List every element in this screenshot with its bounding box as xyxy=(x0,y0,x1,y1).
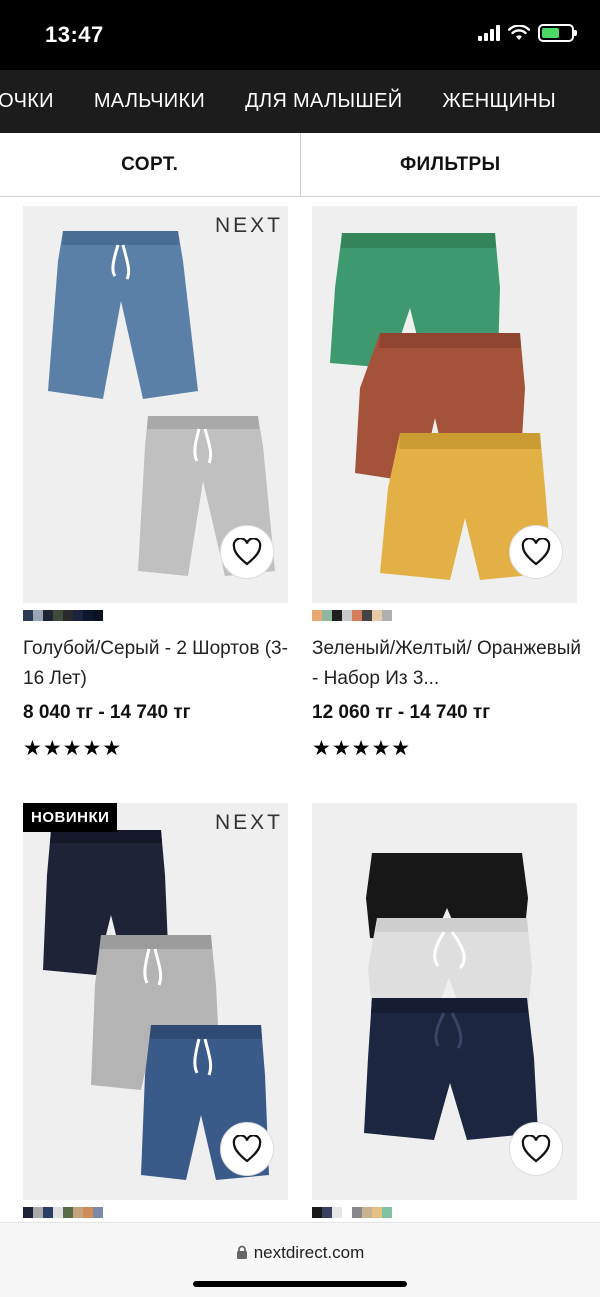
battery-icon xyxy=(538,24,577,42)
color-swatch[interactable] xyxy=(332,1207,342,1218)
category-nav: ЗОЧКИ МАЛЬЧИКИ ДЛЯ МАЛЫШЕЙ ЖЕНЩИНЫ xyxy=(0,70,600,133)
shorts-image xyxy=(364,853,538,1140)
color-swatch[interactable] xyxy=(322,610,332,621)
product-image[interactable] xyxy=(312,803,577,1200)
color-swatch[interactable] xyxy=(342,1207,352,1218)
status-time: 13:47 xyxy=(45,22,104,47)
product-image[interactable]: NEXT НОВИНКИ xyxy=(23,803,288,1200)
shorts-image xyxy=(48,231,198,399)
favorite-button[interactable] xyxy=(509,1122,563,1176)
home-indicator[interactable] xyxy=(193,1281,407,1287)
favorite-button[interactable] xyxy=(220,525,274,579)
shorts-blue xyxy=(48,231,198,399)
color-swatch[interactable] xyxy=(93,610,103,621)
color-swatch[interactable] xyxy=(312,610,322,621)
heart-icon xyxy=(521,538,551,566)
color-swatch[interactable] xyxy=(332,610,342,621)
new-badge: НОВИНКИ xyxy=(23,803,118,832)
status-bar: 13:47 xyxy=(0,0,600,70)
color-swatch[interactable] xyxy=(43,610,53,621)
color-swatch[interactable] xyxy=(33,1207,43,1218)
lock-icon xyxy=(236,1245,247,1259)
color-swatch[interactable] xyxy=(352,1207,362,1218)
category-item-girls[interactable]: ЗОЧКИ xyxy=(0,90,54,113)
color-swatch[interactable] xyxy=(43,1207,53,1218)
favorite-button[interactable] xyxy=(509,525,563,579)
category-item-boys[interactable]: МАЛЬЧИКИ xyxy=(94,90,205,113)
category-item-babies[interactable]: ДЛЯ МАЛЫШЕЙ xyxy=(245,90,402,113)
product-title[interactable]: Зеленый/Желтый/ Оранжевый - Набор Из 3..… xyxy=(312,634,582,694)
color-swatch[interactable] xyxy=(352,610,362,621)
color-swatch[interactable] xyxy=(372,1207,382,1218)
filter-button[interactable]: ФИЛЬТРЫ xyxy=(299,133,600,196)
color-swatch[interactable] xyxy=(23,610,33,621)
rating-stars: ★★★★★ xyxy=(23,737,123,760)
browser-address-bar[interactable]: nextdirect.com xyxy=(0,1222,600,1297)
category-item-women[interactable]: ЖЕНЩИНЫ xyxy=(442,90,556,113)
heart-icon xyxy=(232,1135,262,1163)
color-swatch[interactable] xyxy=(63,1207,73,1218)
url-text: nextdirect.com xyxy=(253,1243,365,1262)
color-swatch[interactable] xyxy=(382,1207,392,1218)
color-swatches[interactable] xyxy=(312,1207,392,1218)
url-display[interactable]: nextdirect.com xyxy=(0,1243,600,1263)
signal-icon xyxy=(478,25,500,41)
color-swatch[interactable] xyxy=(93,1207,103,1218)
rating-stars: ★★★★★ xyxy=(312,737,412,760)
color-swatch[interactable] xyxy=(83,1207,93,1218)
color-swatches[interactable] xyxy=(23,610,103,621)
color-swatch[interactable] xyxy=(53,1207,63,1218)
color-swatch[interactable] xyxy=(73,610,83,621)
sort-button[interactable]: СОРТ. xyxy=(0,133,300,196)
color-swatch[interactable] xyxy=(33,610,43,621)
product-price: 12 060 тг - 14 740 тг xyxy=(312,702,491,723)
color-swatch[interactable] xyxy=(362,1207,372,1218)
color-swatches[interactable] xyxy=(312,610,392,621)
status-icons xyxy=(478,24,577,42)
color-swatch[interactable] xyxy=(63,610,73,621)
heart-icon xyxy=(232,538,262,566)
color-swatches[interactable] xyxy=(23,1207,103,1218)
shorts-navy xyxy=(364,998,538,1140)
color-swatch[interactable] xyxy=(23,1207,33,1218)
color-swatch[interactable] xyxy=(382,610,392,621)
product-price: 8 040 тг - 14 740 тг xyxy=(23,702,191,723)
color-swatch[interactable] xyxy=(372,610,382,621)
color-swatch[interactable] xyxy=(53,610,63,621)
sort-filter-bar: СОРТ. ФИЛЬТРЫ xyxy=(0,133,600,197)
product-image[interactable]: NEXT xyxy=(23,206,288,603)
heart-icon xyxy=(521,1135,551,1163)
color-swatch[interactable] xyxy=(312,1207,322,1218)
product-title[interactable]: Голубой/Серый - 2 Шортов (3-16 Лет) xyxy=(23,634,293,694)
wifi-icon xyxy=(508,25,530,40)
color-swatch[interactable] xyxy=(322,1207,332,1218)
color-swatch[interactable] xyxy=(362,610,372,621)
color-swatch[interactable] xyxy=(342,610,352,621)
product-image[interactable] xyxy=(312,206,577,603)
favorite-button[interactable] xyxy=(220,1122,274,1176)
color-swatch[interactable] xyxy=(73,1207,83,1218)
brand-logo: NEXT xyxy=(214,214,283,237)
color-swatch[interactable] xyxy=(83,610,93,621)
